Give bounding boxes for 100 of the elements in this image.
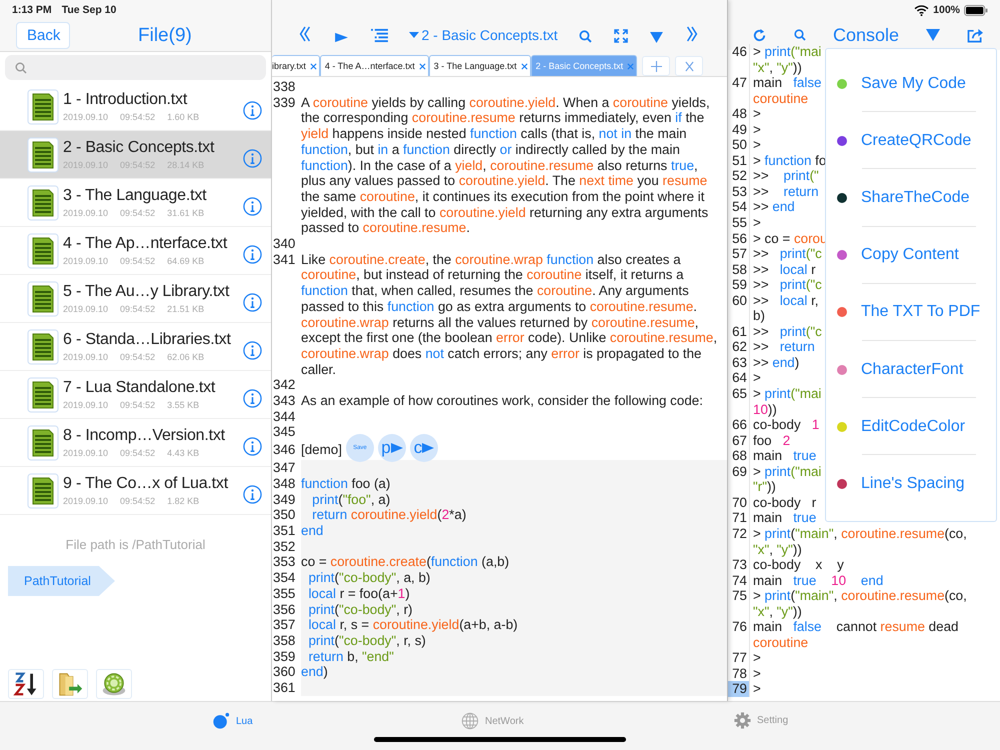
file-row[interactable]: 8 - Incomp…Version.txt 2019.09.10 09:54:52 4.43 KB: [0, 419, 271, 467]
console-text: >: [753, 106, 761, 122]
line-number: 52: [728, 168, 750, 184]
file-row[interactable]: 3 - The Language.txt 2019.09.10 09:54:52 31.61 KB: [0, 179, 271, 227]
double-chevron-right-icon[interactable]: [684, 25, 699, 43]
close-icon[interactable]: [418, 62, 426, 70]
file-tab[interactable]: 4 - The A…nterface.txt: [320, 55, 429, 76]
console-text: >> print("c: [753, 277, 822, 293]
run-button[interactable]: c: [410, 434, 438, 462]
file-row[interactable]: 7 - Lua Standalone.txt 2019.09.10 09:54:52 3.55 KB: [0, 371, 271, 419]
menu-item[interactable]: CharacterFont: [826, 340, 996, 398]
tab-bar-item[interactable]: NetWork: [461, 712, 524, 730]
console-text: >: [753, 370, 761, 386]
folder-icon[interactable]: [52, 669, 88, 700]
file-size: 31.61 KB: [167, 208, 204, 218]
file-row[interactable]: 9 - The Co…x of Lua.txt 2019.09.10 09:54:52 1.82 KB: [0, 467, 271, 515]
line-number: 68: [728, 448, 750, 464]
close-icon[interactable]: [520, 62, 528, 70]
run-button[interactable]: p: [378, 434, 406, 462]
menu-item[interactable]: Copy Content: [826, 226, 996, 284]
menu-item[interactable]: ShareTheCode: [826, 169, 996, 227]
list-icon[interactable]: [370, 28, 388, 43]
console-text: > print("main", coroutine.resume(co,: [753, 526, 967, 542]
info-icon[interactable]: [243, 485, 262, 504]
line-number: 75: [728, 588, 750, 620]
add-tab-button[interactable]: [642, 56, 670, 76]
file-size: 62.06 KB: [167, 352, 204, 362]
file-row[interactable]: 5 - The Au…y Library.txt 2019.09.10 09:54:52 21.51 KB: [0, 275, 271, 323]
file-tab[interactable]: 2 - Basic Concepts.txt: [530, 55, 638, 76]
menu-item[interactable]: EditCodeColor: [826, 398, 996, 456]
file-row[interactable]: 6 - Standa…Libraries.txt 2019.09.10 09:54:52 62.06 KB: [0, 323, 271, 371]
line-number: 348: [272, 476, 301, 492]
line-number: 64: [728, 370, 750, 386]
document-icon: [27, 328, 59, 364]
console-text: main true: [753, 448, 816, 464]
console-text: main true 10 end: [753, 572, 884, 588]
file-size: 64.69 KB: [167, 256, 204, 266]
tab-bar-item[interactable]: Setting: [734, 712, 788, 730]
search-field[interactable]: [5, 55, 266, 80]
back-button[interactable]: Back: [16, 22, 70, 49]
fullscreen-icon[interactable]: [614, 29, 628, 43]
console-text: >> print("c: [753, 324, 822, 340]
line-number: 359: [272, 648, 301, 664]
info-icon[interactable]: [243, 293, 262, 312]
close-icon[interactable]: [310, 62, 317, 70]
menu-item[interactable]: CreateQRCode: [826, 112, 996, 170]
close-button[interactable]: [675, 56, 704, 76]
battery-percent: 100%: [933, 4, 960, 16]
menu-item[interactable]: Line's Spacing: [826, 455, 996, 512]
line-number: 77: [728, 650, 750, 666]
info-icon[interactable]: [243, 101, 262, 120]
line-number: 361: [272, 680, 301, 696]
console-text: co-body 1: [753, 417, 820, 433]
caret-icon: [409, 32, 420, 38]
code-line: print("co-body", r, s): [307, 632, 427, 649]
line-number: 76: [728, 619, 750, 650]
line-number: 357: [272, 617, 301, 633]
console-text: co-body r: [753, 494, 816, 510]
file-size: 4.43 KB: [167, 448, 200, 458]
gear-icon[interactable]: [96, 669, 132, 700]
breadcrumb[interactable]: PathTutorial: [8, 566, 115, 596]
console-text: > print("main", coroutine.resume(co,: [753, 588, 967, 604]
triangle-down-icon[interactable]: [926, 29, 940, 41]
search-icon[interactable]: [579, 30, 592, 43]
line-number: 74: [728, 572, 750, 588]
info-icon[interactable]: [243, 149, 262, 168]
refresh-icon[interactable]: [752, 28, 767, 42]
info-icon[interactable]: [243, 197, 262, 216]
menu-item[interactable]: Save My Code: [826, 55, 996, 112]
line-number: 53: [728, 184, 750, 200]
console-text: >: [753, 122, 761, 138]
triangle-down-icon[interactable]: [650, 32, 664, 43]
console-text: co-body x y: [753, 557, 844, 573]
demo-tag: [demo]: [301, 442, 342, 458]
console-text: "r")): [753, 479, 777, 495]
file-row[interactable]: 4 - The Ap…nterface.txt 2019.09.10 09:54:52 64.69 KB: [0, 227, 271, 275]
code-line: local r = foo(a+1): [307, 586, 411, 602]
info-icon[interactable]: [243, 437, 262, 456]
info-icon[interactable]: [243, 341, 262, 360]
file-tab[interactable]: 3 - The Language.txt: [428, 55, 531, 76]
info-icon[interactable]: [243, 389, 262, 408]
file-tab[interactable]: ibrary.txt: [272, 55, 320, 76]
info-icon[interactable]: [243, 245, 262, 264]
play-icon: [390, 443, 403, 454]
share-icon[interactable]: [966, 28, 984, 42]
status-date: Tue Sep 10: [62, 4, 116, 18]
sort-icon[interactable]: [8, 669, 44, 700]
double-chevron-left-icon[interactable]: [298, 25, 312, 43]
console-text: >> return: [753, 339, 815, 355]
play-icon[interactable]: [334, 32, 349, 43]
search-icon[interactable]: [794, 29, 806, 41]
paragraph-text: Like coroutine.create, the coroutine.wrap function also creates a coroutine, but instead of returning the coroutine itself, it returns a function that, when called, resumes the coroutine. Any arguments passed to this function go as extra arguments to coroutine.resume. coroutine.wrap returns all the values returned by coroutine.resume, except the first one (the boolean error code). Unlike coroutine.resume, coroutine.wrap does not catch errors; any error is propagated to the caller.: [301, 252, 718, 378]
tab-bar-item[interactable]: Lua: [212, 712, 253, 730]
console-text: b): [753, 308, 766, 324]
code-line: co = coroutine.create(function (a,b): [301, 554, 510, 570]
menu-item[interactable]: The TXT To PDF: [826, 284, 996, 341]
file-name: 8 - Incomp…Version.txt: [63, 427, 226, 445]
document-title[interactable]: 2 - Basic Concepts.txt: [409, 27, 558, 43]
plus-icon: [650, 60, 662, 72]
line-number: 61: [728, 324, 750, 340]
